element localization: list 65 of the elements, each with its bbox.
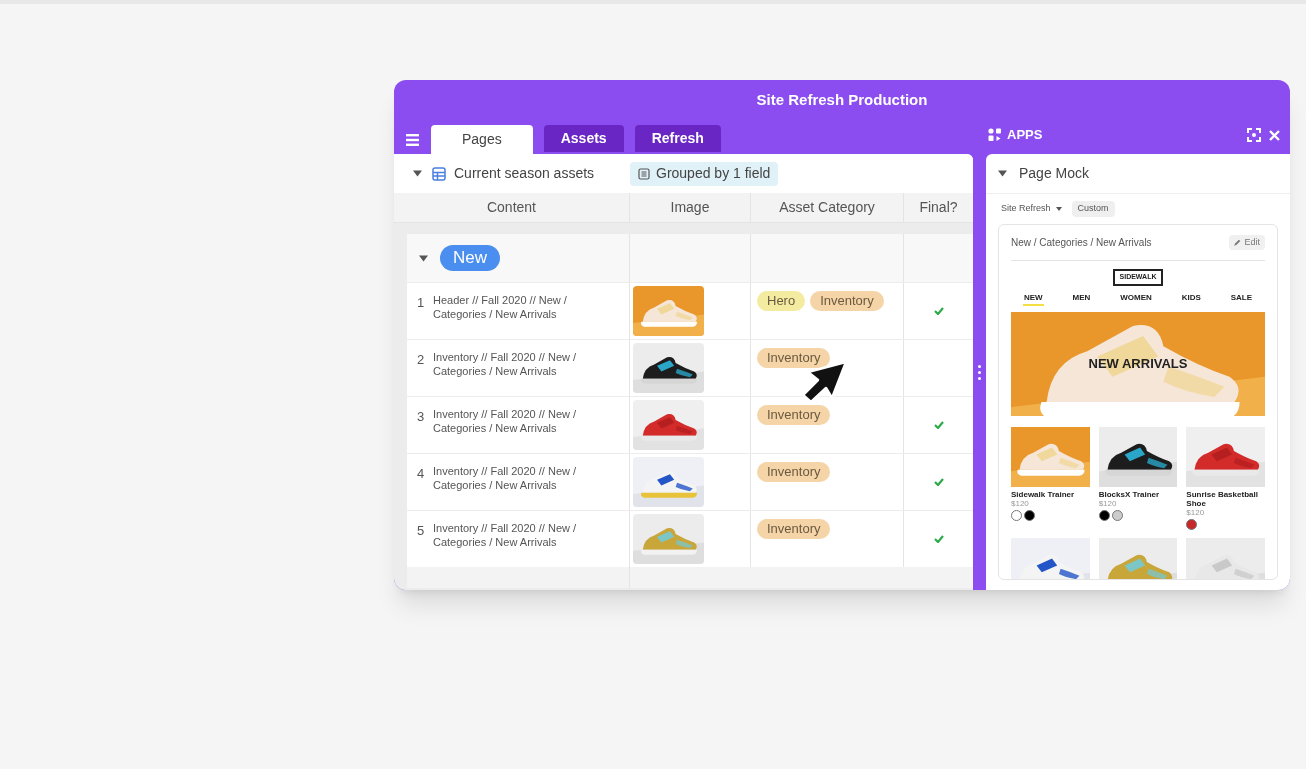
table-cell-text: Header // Fall 2020 // New / Categories / New Arrivals bbox=[433, 293, 568, 321]
color-swatch[interactable] bbox=[1186, 518, 1198, 530]
grouping-chip[interactable]: Grouped by 1 field bbox=[630, 161, 779, 186]
tab[interactable]: Pages bbox=[431, 125, 533, 154]
panel-title: APPS bbox=[1007, 126, 1043, 145]
caret-icon[interactable] bbox=[413, 170, 422, 177]
product-price: $120 bbox=[1011, 498, 1030, 508]
table-cell-text: Inventory // Fall 2020 // New / Categories / New Arrivals bbox=[433, 464, 578, 492]
check-icon bbox=[933, 421, 944, 429]
color-swatch[interactable] bbox=[1011, 509, 1022, 521]
hero-title: NEW ARRIVALS bbox=[1088, 354, 1188, 373]
product-name: BlocksX Trainer bbox=[1098, 489, 1161, 499]
product-price: $120 bbox=[1098, 498, 1118, 508]
category-tag: Inventory bbox=[757, 348, 831, 368]
nav-link[interactable]: SALE bbox=[1229, 291, 1253, 306]
grid-icon bbox=[432, 166, 446, 181]
nav-link[interactable]: KIDS bbox=[1180, 291, 1202, 306]
source-dropdown[interactable]: Site Refresh bbox=[1001, 202, 1062, 216]
color-swatch[interactable] bbox=[1111, 509, 1123, 521]
fullscreen-icon[interactable] bbox=[1247, 128, 1261, 142]
color-swatch[interactable] bbox=[1024, 509, 1035, 521]
apps-icon bbox=[988, 128, 1002, 142]
tab[interactable]: Refresh bbox=[634, 125, 721, 152]
block-title: Page Mock bbox=[1019, 164, 1090, 183]
category-tag: Inventory bbox=[757, 462, 831, 482]
check-icon bbox=[933, 478, 944, 486]
menu-icon[interactable] bbox=[406, 134, 419, 146]
nav-link[interactable]: MEN bbox=[1071, 291, 1092, 306]
category-tag: Hero bbox=[757, 291, 806, 311]
mode-chip[interactable]: Custom bbox=[1071, 201, 1115, 217]
column-header[interactable]: Image bbox=[670, 197, 710, 218]
nav-link[interactable]: NEW bbox=[1023, 291, 1044, 306]
view-name[interactable]: Current season assets bbox=[454, 163, 630, 184]
table-cell-text: Inventory // Fall 2020 // New / Categories / New Arrivals bbox=[433, 350, 578, 378]
table-cell-text: Inventory // Fall 2020 // New / Categories / New Arrivals bbox=[433, 407, 578, 435]
row-number: 5 bbox=[417, 522, 425, 540]
window-title: Site Refresh Production bbox=[756, 89, 928, 110]
breadcrumb: New / Categories / New Arrivals bbox=[1011, 236, 1152, 250]
table-cell-text: Inventory // Fall 2020 // New / Categories / New Arrivals bbox=[433, 521, 578, 549]
row-number: 3 bbox=[417, 408, 425, 426]
caret-icon bbox=[1055, 207, 1062, 211]
group-icon bbox=[638, 167, 650, 180]
column-header[interactable]: Final? bbox=[919, 197, 958, 218]
category-tag: Inventory bbox=[757, 519, 831, 539]
pencil-icon bbox=[1234, 239, 1242, 246]
category-tag: Inventory bbox=[757, 405, 831, 425]
group-badge: New bbox=[440, 245, 500, 271]
check-icon bbox=[933, 307, 944, 315]
caret-icon[interactable] bbox=[998, 170, 1007, 177]
close-icon[interactable] bbox=[1269, 129, 1280, 141]
product-price: $120 bbox=[1186, 507, 1206, 517]
row-number: 1 bbox=[417, 294, 425, 312]
row-number: 2 bbox=[417, 351, 425, 369]
edit-button[interactable]: Edit bbox=[1229, 234, 1265, 251]
check-icon bbox=[933, 535, 944, 543]
caret-icon[interactable] bbox=[419, 254, 428, 262]
category-tag: Inventory bbox=[810, 291, 884, 311]
row-number: 4 bbox=[417, 465, 425, 483]
nav-link[interactable]: WOMEN bbox=[1119, 291, 1153, 306]
product-name: Sidewalk Trainer bbox=[1011, 489, 1076, 499]
column-header[interactable]: Asset Category bbox=[779, 197, 875, 218]
product-name: Sunrise Basketball Shoe bbox=[1186, 489, 1259, 508]
color-swatch[interactable] bbox=[1098, 509, 1110, 521]
tab[interactable]: Assets bbox=[543, 125, 624, 152]
column-header[interactable]: Content bbox=[486, 197, 536, 218]
